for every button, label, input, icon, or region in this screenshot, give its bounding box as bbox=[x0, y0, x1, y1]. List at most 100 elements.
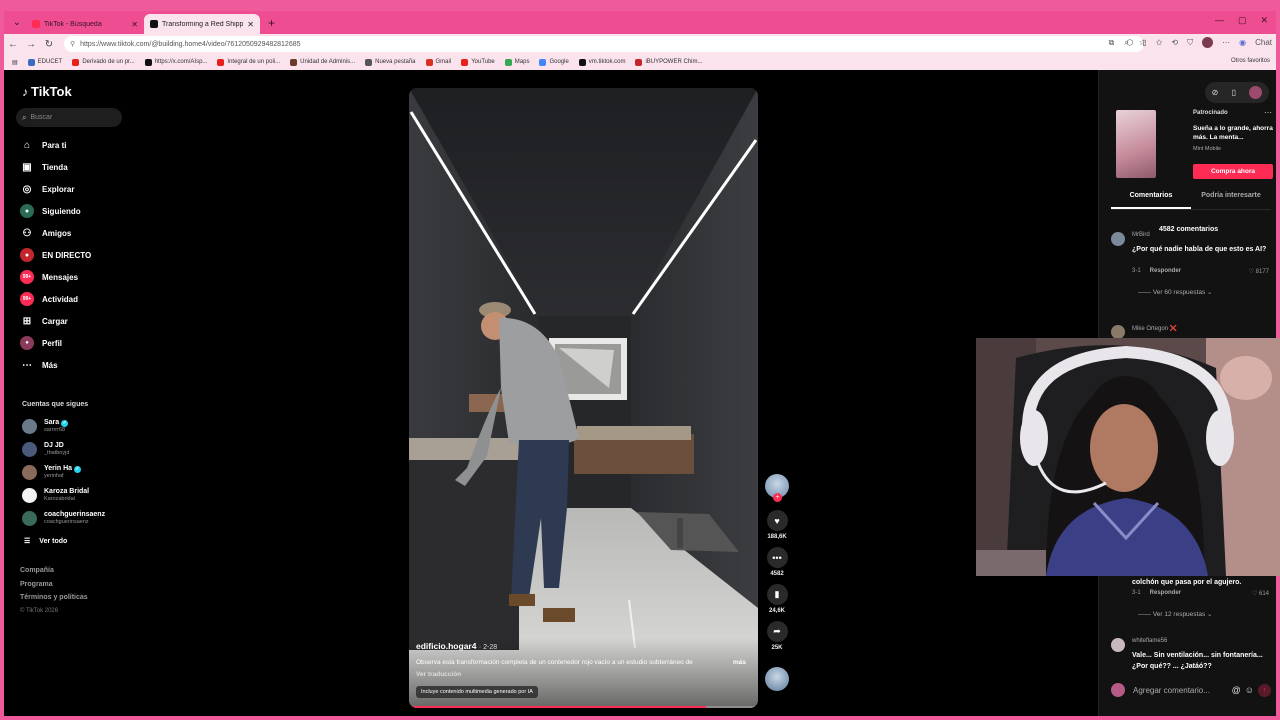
footer-link-terms[interactable]: Términos y políticas bbox=[20, 594, 88, 608]
comment-user[interactable]: whiteflame56 bbox=[1132, 638, 1167, 644]
bookmark-item[interactable]: iBUYPOWER Chim... bbox=[635, 58, 702, 66]
creator-avatar[interactable]: + bbox=[765, 474, 789, 502]
bookmark-item[interactable]: Nueva pestaña bbox=[365, 58, 416, 66]
sidebar-item-more[interactable]: ⋯ Más bbox=[20, 354, 91, 376]
bookmark-label: Maps bbox=[514, 59, 530, 65]
bookmark-item[interactable]: vm.tiktok.com bbox=[578, 58, 625, 66]
more-button[interactable]: más bbox=[733, 659, 746, 667]
reply-button[interactable]: Responder bbox=[1150, 590, 1181, 597]
bookmark-item[interactable]: Gmail bbox=[425, 58, 451, 66]
bookmarks-menu-icon[interactable]: ▤ bbox=[12, 59, 18, 66]
copilot-icon[interactable]: ◉ bbox=[1239, 38, 1246, 47]
see-all-button[interactable]: ☰ Ver todo bbox=[24, 537, 67, 546]
follow-plus-icon[interactable]: + bbox=[773, 493, 782, 502]
tab-comments[interactable]: Comentarios bbox=[1111, 192, 1191, 209]
sidebar-item-activity[interactable]: 99+ Actividad bbox=[20, 288, 91, 310]
music-disc-icon[interactable] bbox=[765, 667, 789, 691]
following-item[interactable]: coachguerinsaenz coachguerinsaenz bbox=[22, 507, 105, 530]
logo-text: TikTok bbox=[31, 84, 72, 99]
view-replies-label: Ver 12 respuestas bbox=[1152, 611, 1206, 618]
sidebar-item-messages[interactable]: 99+ Mensajes bbox=[20, 266, 91, 288]
bookmark-item[interactable]: Maps bbox=[504, 58, 530, 66]
comment-avatar[interactable] bbox=[1111, 638, 1125, 652]
reload-icon[interactable]: ↻ bbox=[40, 39, 58, 50]
bookmark-item[interactable]: Google bbox=[539, 58, 569, 66]
comment-like[interactable]: ♡ 614 bbox=[1252, 590, 1269, 597]
tiktok-logo[interactable]: ♪ TikTok bbox=[22, 84, 72, 99]
sidebar-item-home[interactable]: ⌂ Para ti bbox=[20, 134, 91, 156]
url-input[interactable]: ⚲ https://www.tiktok.com/@building.home4… bbox=[64, 36, 1144, 52]
window-controls: — ▢ ✕ bbox=[1215, 15, 1268, 26]
forward-icon[interactable]: → bbox=[22, 39, 40, 50]
video-player[interactable]: edificio.hogar4 · 2-28 Observa esta tran… bbox=[409, 88, 758, 708]
history-icon[interactable]: ⟲ bbox=[1171, 38, 1178, 47]
bookmark-item[interactable]: https://x.com/AIsp... bbox=[144, 58, 207, 66]
shield-icon[interactable]: ⛉ bbox=[1187, 38, 1193, 48]
video-author[interactable]: edificio.hogar4 · 2-28 bbox=[416, 641, 497, 651]
comment-icon[interactable]: ••• bbox=[766, 547, 788, 568]
new-tab-button[interactable]: + bbox=[268, 16, 275, 30]
translate-button[interactable]: Ver traducción bbox=[416, 671, 461, 678]
share-icon[interactable]: ➦ bbox=[766, 621, 788, 642]
comment-user[interactable]: Mike Ortegon ❌ bbox=[1132, 325, 1177, 332]
chat-button[interactable]: Chat bbox=[1255, 38, 1272, 47]
other-bookmarks[interactable]: Otros favoritos bbox=[1231, 58, 1270, 64]
user-avatar[interactable] bbox=[1249, 86, 1263, 99]
device-icon[interactable]: ▯ bbox=[1232, 88, 1236, 97]
favorites-icon[interactable]: ✩ bbox=[1156, 38, 1163, 47]
video-progress-bar[interactable] bbox=[409, 706, 758, 708]
following-item[interactable]: Yerin Ha ✓ yerinhaf bbox=[22, 461, 105, 484]
install-icon[interactable]: ⧉ bbox=[1109, 38, 1115, 48]
view-replies-button[interactable]: —— Ver 12 respuestas ⌄ bbox=[1138, 610, 1212, 618]
tab-search-button[interactable]: ⌄ bbox=[8, 15, 26, 31]
bookmark-item[interactable]: YouTube bbox=[461, 58, 495, 66]
close-window-icon[interactable]: ✕ bbox=[1260, 15, 1268, 26]
bookmark-item[interactable]: EDUCET bbox=[27, 58, 62, 66]
bookmark-item[interactable]: Unidad de Adminis... bbox=[290, 58, 355, 66]
ad-thumbnail[interactable] bbox=[1116, 110, 1156, 178]
following-item[interactable]: Sara ✓ sarrrrr68 bbox=[22, 415, 105, 438]
comment-avatar[interactable] bbox=[1111, 325, 1125, 339]
comment-avatar[interactable] bbox=[1111, 232, 1125, 246]
comment-input[interactable]: Agregar comentario... bbox=[1133, 686, 1232, 695]
split-icon[interactable]: ▯ bbox=[1142, 38, 1146, 47]
footer-link-program[interactable]: Programa bbox=[20, 581, 88, 595]
search-input[interactable]: ⌕ Buscar bbox=[16, 108, 122, 127]
tab-tiktok-search[interactable]: TikTok - Búsqueda ✕ bbox=[26, 14, 144, 34]
sidebar-item-profile[interactable]: ● Perfil bbox=[20, 332, 91, 354]
bookmark-item[interactable]: Integral de un poli... bbox=[217, 58, 280, 66]
footer-link-company[interactable]: Compañía bbox=[20, 567, 88, 581]
sidebar-item-shop[interactable]: ▣ Tienda bbox=[20, 156, 91, 178]
sidebar-item-following[interactable]: ● Siguiendo bbox=[20, 200, 91, 222]
maximize-icon[interactable]: ▢ bbox=[1238, 15, 1247, 26]
back-icon[interactable]: ← bbox=[4, 39, 22, 50]
coins-icon[interactable]: ⊘ bbox=[1212, 88, 1219, 97]
extension-icon[interactable]: ⬡ bbox=[1126, 38, 1133, 47]
mention-icon[interactable]: @ bbox=[1232, 685, 1241, 695]
following-item[interactable]: DJ JD _thatboyjd bbox=[22, 438, 105, 461]
comment-like[interactable]: ♡ 8177 bbox=[1249, 268, 1269, 275]
bookmark-item[interactable]: Derivado de un pr... bbox=[72, 58, 135, 66]
tab-video[interactable]: Transforming a Red Shipping Cont ✕ bbox=[144, 14, 260, 34]
following-item[interactable]: Karoza Bridal Karozabridal bbox=[22, 484, 105, 507]
close-tab-icon[interactable]: ✕ bbox=[247, 20, 254, 29]
sidebar-item-friends[interactable]: ⚇ Amigos bbox=[20, 222, 91, 244]
close-tab-icon[interactable]: ✕ bbox=[131, 20, 138, 29]
site-info-icon[interactable]: ⚲ bbox=[70, 40, 75, 48]
menu-dots-icon[interactable]: ⋯ bbox=[1222, 38, 1230, 47]
comment-user[interactable]: MrBird bbox=[1132, 232, 1150, 238]
reply-button[interactable]: Responder bbox=[1150, 268, 1181, 275]
send-icon[interactable]: ↑ bbox=[1258, 683, 1271, 697]
bookmark-icon[interactable]: ▮ bbox=[766, 584, 788, 605]
ad-options-icon[interactable]: ⋯ bbox=[1264, 108, 1272, 117]
sidebar-item-compass[interactable]: ◎ Explorar bbox=[20, 178, 91, 200]
ad-cta-button[interactable]: Compra ahora bbox=[1193, 164, 1273, 179]
emoji-icon[interactable]: ☺ bbox=[1245, 685, 1254, 695]
tab-suggestions[interactable]: Podría interesarte bbox=[1191, 192, 1271, 209]
profile-avatar[interactable] bbox=[1202, 37, 1214, 48]
sidebar-item-upload[interactable]: ⊞ Cargar bbox=[20, 310, 91, 332]
heart-icon[interactable]: ♥ bbox=[766, 510, 788, 531]
sidebar-item-live[interactable]: ● EN DIRECTO bbox=[20, 244, 91, 266]
minimize-icon[interactable]: — bbox=[1215, 15, 1224, 26]
view-replies-button[interactable]: —— Ver 60 respuestas ⌄ bbox=[1138, 288, 1212, 296]
